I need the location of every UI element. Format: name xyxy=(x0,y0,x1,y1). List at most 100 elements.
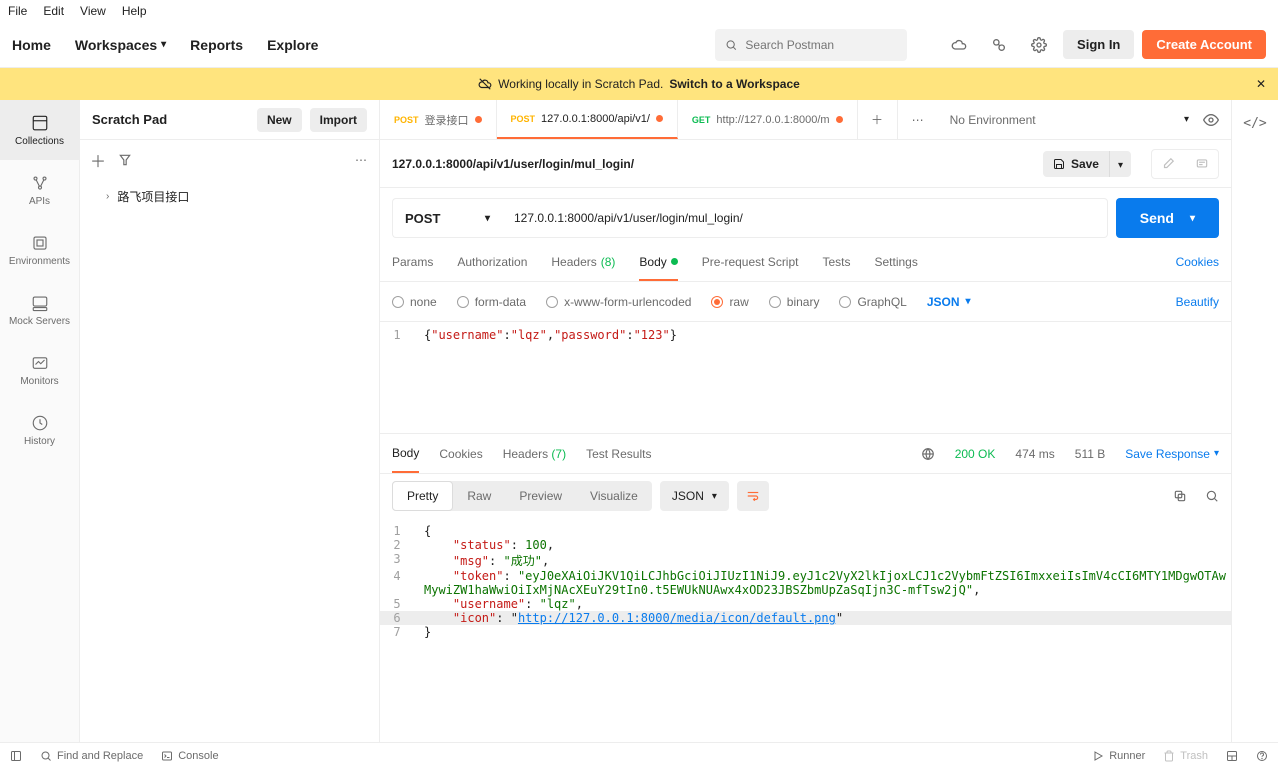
save-button[interactable]: Save xyxy=(1043,151,1109,177)
menu-help[interactable]: Help xyxy=(122,4,147,18)
signin-button[interactable]: Sign In xyxy=(1063,30,1134,59)
rail-environments[interactable]: Environments xyxy=(0,220,79,280)
seg-preview[interactable]: Preview xyxy=(505,481,576,511)
layout-button[interactable] xyxy=(1226,750,1238,762)
import-button[interactable]: Import xyxy=(310,108,367,132)
menu-view[interactable]: View xyxy=(80,4,106,18)
response-tabs: Body Cookies Headers (7) Test Results 20… xyxy=(380,434,1231,474)
nav-home[interactable]: Home xyxy=(12,37,51,53)
comment-icon[interactable] xyxy=(1186,150,1218,178)
help-button[interactable] xyxy=(1256,750,1268,762)
trash-label: Trash xyxy=(1180,750,1208,762)
capture-icon[interactable] xyxy=(983,29,1015,61)
save-response-link[interactable]: Save Response ▾ xyxy=(1125,447,1219,461)
raw-type-select[interactable]: JSON ▾ xyxy=(927,295,971,309)
tab-settings[interactable]: Settings xyxy=(875,255,918,269)
body-raw[interactable]: raw xyxy=(711,295,748,309)
rail-apis[interactable]: APIs xyxy=(0,160,79,220)
rail-monitors[interactable]: Monitors xyxy=(0,340,79,400)
code-line: "token": "eyJ0eXAiOiJKV1QiLCJhbGciOiJIUz… xyxy=(424,569,1231,597)
send-label: Send xyxy=(1140,210,1174,226)
rail-history[interactable]: History xyxy=(0,400,79,460)
edit-icon[interactable] xyxy=(1152,150,1184,178)
menu-edit[interactable]: Edit xyxy=(43,4,64,18)
output-type-select[interactable]: JSON ▾ xyxy=(660,481,729,511)
rail-collections[interactable]: Collections xyxy=(0,100,79,160)
find-replace-button[interactable]: Find and Replace xyxy=(40,750,143,762)
url-input[interactable]: 127.0.0.1:8000/api/v1/user/login/mul_log… xyxy=(502,198,1108,238)
nav-explore[interactable]: Explore xyxy=(267,37,318,53)
body-none[interactable]: none xyxy=(392,295,437,309)
tab-tests[interactable]: Tests xyxy=(822,255,850,269)
save-label: Save xyxy=(1071,157,1099,171)
beautify-link[interactable]: Beautify xyxy=(1176,295,1219,309)
nav-workspaces[interactable]: Workspaces ▾ xyxy=(75,37,166,53)
resp-tab-headers[interactable]: Headers (7) xyxy=(503,447,566,461)
body-binary[interactable]: binary xyxy=(769,295,820,309)
tab-2[interactable]: GET http://127.0.0.1:8000/m xyxy=(678,100,858,139)
tab-prerequest[interactable]: Pre-request Script xyxy=(702,255,799,269)
runner-button[interactable]: Runner xyxy=(1092,750,1145,762)
send-button[interactable]: Send ▾ xyxy=(1116,198,1219,238)
trash-button[interactable]: Trash xyxy=(1163,750,1208,762)
toggle-sidebar-button[interactable] xyxy=(10,750,22,762)
tab-label: 登录接口 xyxy=(425,112,469,128)
console-label: Console xyxy=(178,750,218,762)
tab-overflow-button[interactable]: ⋯ xyxy=(898,100,938,139)
request-body-editor[interactable]: 1 {"username":"lqz","password":"123"} xyxy=(380,322,1231,434)
seg-visualize[interactable]: Visualize xyxy=(576,481,652,511)
search-icon[interactable] xyxy=(1205,489,1219,503)
resp-tab-cookies[interactable]: Cookies xyxy=(439,447,482,461)
seg-pretty[interactable]: Pretty xyxy=(392,481,453,511)
code-snippet-icon[interactable]: </> xyxy=(1243,116,1266,131)
body-graphql[interactable]: GraphQL xyxy=(839,295,906,309)
tab-authorization[interactable]: Authorization xyxy=(457,255,527,269)
response-toolbar: Pretty Raw Preview Visualize JSON ▾ xyxy=(380,474,1231,518)
tab-params[interactable]: Params xyxy=(392,255,433,269)
collection-item[interactable]: › 路飞项目接口 xyxy=(80,180,379,213)
cookies-link[interactable]: Cookies xyxy=(1176,255,1219,269)
globe-icon[interactable] xyxy=(921,447,935,461)
new-button[interactable]: New xyxy=(257,108,302,132)
url-row: POST ▾ 127.0.0.1:8000/api/v1/user/login/… xyxy=(380,188,1231,242)
menu-file[interactable]: File xyxy=(8,4,27,18)
banner-link[interactable]: Switch to a Workspace xyxy=(669,77,799,91)
sidepanel-more-icon[interactable]: ⋯ xyxy=(355,153,369,167)
sidepanel-toolbar: ＋ ⋯ xyxy=(80,140,379,180)
copy-icon[interactable] xyxy=(1173,489,1187,503)
icon-url-link[interactable]: http://127.0.0.1:8000/media/icon/default… xyxy=(518,611,836,625)
seg-raw[interactable]: Raw xyxy=(453,481,505,511)
sync-icon[interactable] xyxy=(943,29,975,61)
resp-tab-tests[interactable]: Test Results xyxy=(586,447,651,461)
line-number: 1 xyxy=(380,524,424,538)
environment-selector[interactable]: No Environment ▾ xyxy=(938,100,1231,139)
nav-reports[interactable]: Reports xyxy=(190,37,243,53)
settings-icon[interactable] xyxy=(1023,29,1055,61)
console-button[interactable]: Console xyxy=(161,750,218,762)
save-dropdown[interactable]: ▾ xyxy=(1109,151,1131,177)
new-tab-button[interactable]: ＋ xyxy=(858,100,898,139)
tab-body[interactable]: Body xyxy=(639,255,677,281)
method-select[interactable]: POST ▾ xyxy=(392,198,502,238)
resp-status: 200 OK xyxy=(955,447,996,461)
tab-headers[interactable]: Headers (8) xyxy=(551,255,615,269)
banner-close-icon[interactable]: ✕ xyxy=(1256,77,1266,91)
rail-mocks[interactable]: Mock Servers xyxy=(0,280,79,340)
filter-icon[interactable] xyxy=(118,153,132,167)
search-input[interactable] xyxy=(745,38,897,52)
tab-method: POST xyxy=(394,115,419,125)
tab-0[interactable]: POST 登录接口 xyxy=(380,100,497,139)
unsaved-dot-icon xyxy=(836,116,843,123)
wrap-lines-button[interactable] xyxy=(737,481,769,511)
resp-tab-body[interactable]: Body xyxy=(392,446,419,473)
tab-method: POST xyxy=(511,114,536,124)
response-body-editor[interactable]: 1{ 2 "status": 100, 3 "msg": "成功", 4 "to… xyxy=(380,518,1231,708)
eye-icon[interactable] xyxy=(1203,112,1219,128)
runner-label: Runner xyxy=(1109,750,1145,762)
create-account-button[interactable]: Create Account xyxy=(1142,30,1266,59)
body-formdata[interactable]: form-data xyxy=(457,295,526,309)
add-collection-icon[interactable]: ＋ xyxy=(90,148,106,172)
tab-1[interactable]: POST 127.0.0.1:8000/api/v1/ xyxy=(497,100,678,139)
body-urlencoded[interactable]: x-www-form-urlencoded xyxy=(546,295,691,309)
global-search[interactable] xyxy=(715,29,907,61)
